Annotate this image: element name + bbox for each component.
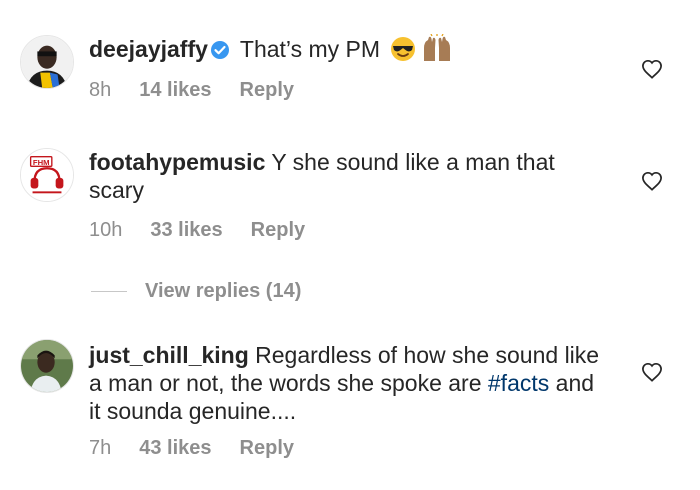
avatar-logo-text: FHM (33, 158, 50, 167)
verified-badge-icon (210, 38, 230, 66)
view-replies-label: View replies (14) (145, 280, 302, 302)
comment-likes[interactable]: 33 likes (150, 219, 222, 242)
hashtag-link[interactable]: #facts (488, 370, 549, 396)
comment-time: 7h (89, 437, 112, 459)
comment-likes[interactable]: 14 likes (139, 79, 211, 102)
reply-button[interactable]: Reply (240, 79, 294, 102)
raising-hands-icon (420, 33, 454, 68)
like-heart-icon[interactable] (641, 362, 663, 382)
view-replies-button[interactable]: View replies (14) (91, 280, 301, 303)
comment-likes[interactable]: 43 likes (139, 437, 211, 460)
comment-username[interactable]: deejayjaffy (89, 36, 208, 62)
fhm-logo: FHM (21, 149, 73, 201)
like-heart-icon[interactable] (641, 59, 663, 79)
comment-time: 10h (89, 219, 123, 241)
comment-time: 8h (89, 79, 112, 101)
reply-button[interactable]: Reply (240, 437, 294, 460)
avatar[interactable]: FHM (20, 148, 74, 202)
reply-button[interactable]: Reply (251, 219, 305, 242)
comment-username[interactable]: just_chill_king (89, 342, 249, 368)
comment-username[interactable]: footahypemusic (89, 149, 265, 175)
smiling-face-with-sunglasses-icon (390, 36, 416, 68)
avatar[interactable] (20, 35, 74, 89)
avatar-photo (21, 340, 73, 392)
like-heart-icon[interactable] (641, 171, 663, 191)
avatar-photo (21, 36, 73, 88)
comment-text: That’s my PM (239, 36, 381, 62)
replies-divider (91, 291, 127, 292)
avatar[interactable] (20, 339, 74, 393)
